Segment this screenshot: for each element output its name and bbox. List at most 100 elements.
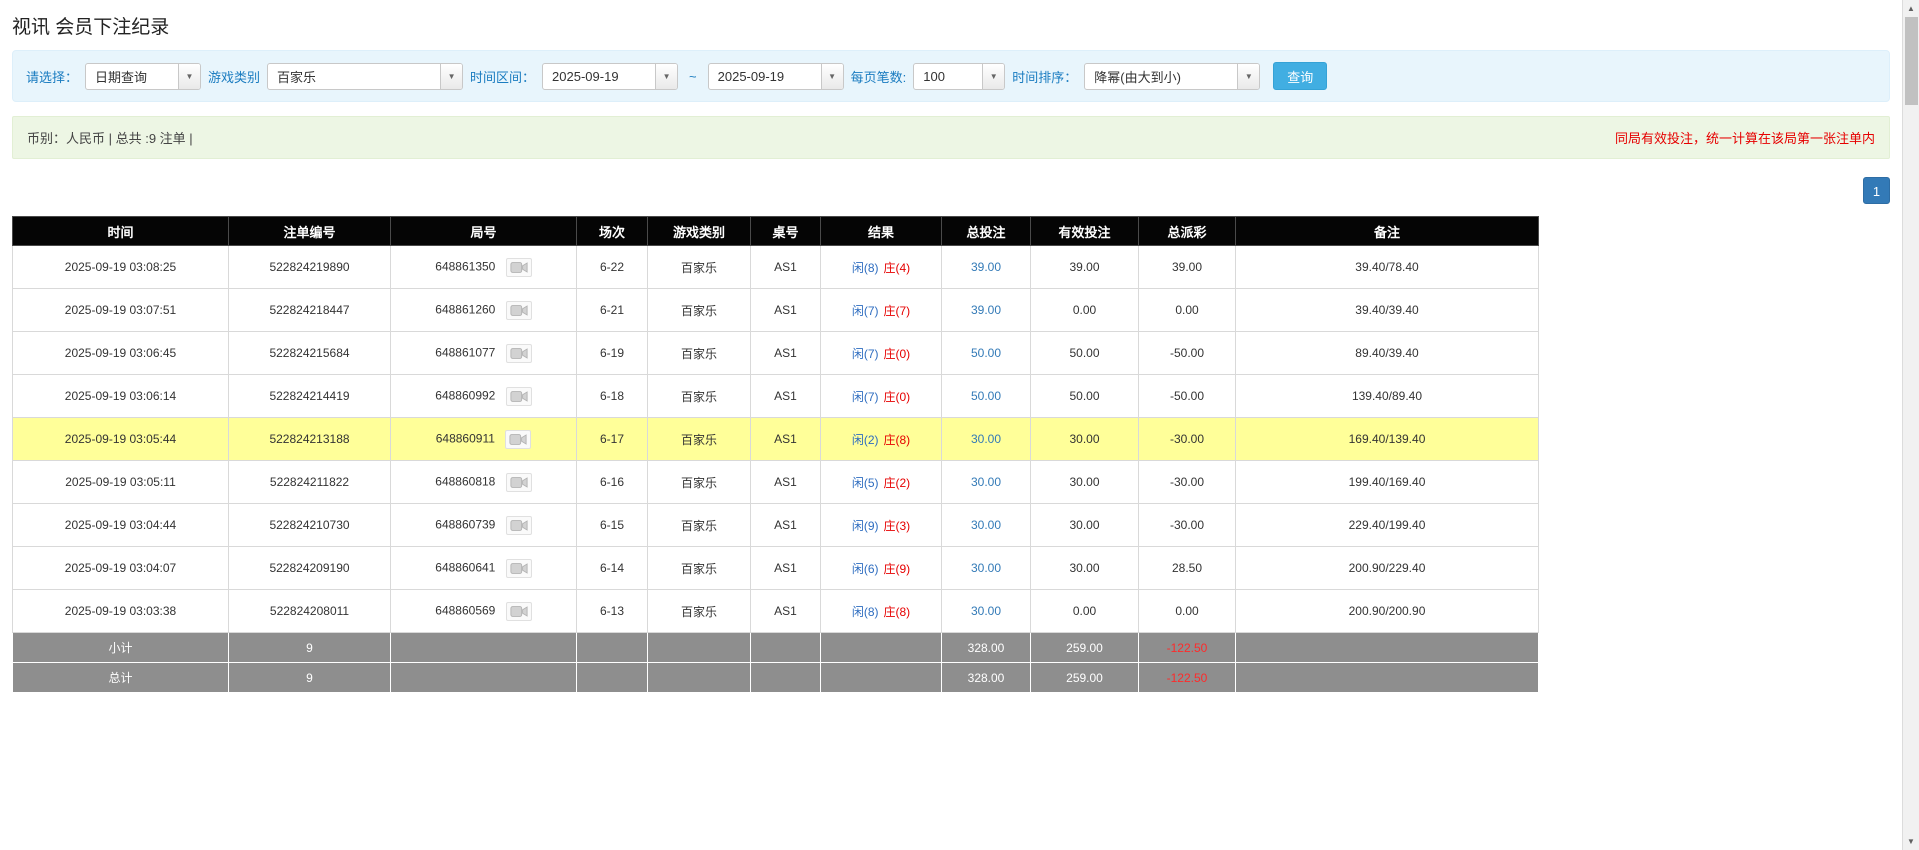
cell-session: 6-16 bbox=[576, 460, 648, 504]
scrollbar[interactable]: ▲ ▼ bbox=[1902, 0, 1919, 850]
cell-time: 2025-09-19 03:03:38 bbox=[12, 589, 229, 633]
scrollbar-down-arrow-icon[interactable]: ▼ bbox=[1903, 833, 1919, 850]
video-replay-icon[interactable] bbox=[505, 429, 532, 449]
total-bet-link[interactable]: 30.00 bbox=[971, 518, 1001, 532]
cell-game-type: 百家乐 bbox=[647, 417, 751, 461]
cell-round-id: 648861260 bbox=[390, 288, 577, 332]
cell-bet-id: 522824218447 bbox=[228, 288, 391, 332]
result-banker: 庄(2) bbox=[883, 475, 911, 490]
scrollbar-up-arrow-icon[interactable]: ▲ bbox=[1903, 0, 1919, 17]
total-bet-link[interactable]: 50.00 bbox=[971, 389, 1001, 403]
video-replay-icon[interactable] bbox=[505, 515, 532, 535]
sort-combobox: ▼ bbox=[1084, 62, 1261, 90]
cell-table-no: AS1 bbox=[750, 546, 821, 590]
cell-payout: -50.00 bbox=[1138, 374, 1236, 418]
table-row: 2025-09-19 03:08:25 522824219890 6488613… bbox=[12, 245, 1539, 289]
video-replay-icon[interactable] bbox=[505, 386, 532, 406]
cell-session: 6-19 bbox=[576, 331, 648, 375]
result-player: 闲(8) bbox=[851, 260, 879, 275]
query-type-dropdown-button[interactable]: ▼ bbox=[178, 63, 201, 89]
result-player: 闲(5) bbox=[851, 475, 879, 490]
sort-input[interactable] bbox=[1085, 63, 1238, 89]
cell-bet-id: 522824219890 bbox=[228, 245, 391, 289]
cell-payout: 39.00 bbox=[1138, 245, 1236, 289]
chevron-down-icon: ▼ bbox=[1244, 71, 1253, 81]
cell-session: 6-18 bbox=[576, 374, 648, 418]
cell-game-type: 百家乐 bbox=[647, 331, 751, 375]
date-from-dropdown-button[interactable]: ▼ bbox=[655, 63, 678, 89]
round-id-text: 648860911 bbox=[435, 431, 495, 446]
total-bet-link[interactable]: 30.00 bbox=[971, 561, 1001, 575]
video-replay-icon[interactable] bbox=[505, 300, 532, 320]
query-type-input[interactable] bbox=[86, 63, 179, 89]
result-banker: 庄(4) bbox=[883, 260, 911, 275]
total-total-bet: 328.00 bbox=[941, 662, 1031, 693]
header-total-bet: 总投注 bbox=[941, 216, 1031, 246]
page-size-input[interactable] bbox=[914, 63, 983, 89]
cell-result: 闲(2) 庄(8) bbox=[820, 417, 942, 461]
table-row: 2025-09-19 03:07:51 522824218447 6488612… bbox=[12, 288, 1539, 332]
cell-bet-id: 522824211822 bbox=[228, 460, 391, 504]
table-body: 2025-09-19 03:08:25 522824219890 6488613… bbox=[12, 245, 1539, 633]
cell-result: 闲(7) 庄(0) bbox=[820, 374, 942, 418]
round-id-text: 648861077 bbox=[435, 345, 496, 360]
cell-result: 闲(9) 庄(3) bbox=[820, 503, 942, 547]
cell-valid-bet: 30.00 bbox=[1030, 503, 1139, 547]
total-bet-link[interactable]: 30.00 bbox=[971, 604, 1001, 618]
cell-game-type: 百家乐 bbox=[647, 503, 751, 547]
header-session: 场次 bbox=[576, 216, 648, 246]
cell-note: 89.40/39.40 bbox=[1235, 331, 1539, 375]
cell-session: 6-15 bbox=[576, 503, 648, 547]
total-bet-link[interactable]: 30.00 bbox=[971, 475, 1001, 489]
chevron-down-icon: ▼ bbox=[828, 71, 837, 81]
cell-valid-bet: 50.00 bbox=[1030, 331, 1139, 375]
result-player: 闲(7) bbox=[851, 389, 879, 404]
total-bet-link[interactable]: 30.00 bbox=[971, 432, 1001, 446]
cell-round-id: 648861077 bbox=[390, 331, 577, 375]
cell-game-type: 百家乐 bbox=[647, 374, 751, 418]
total-bet-link[interactable]: 39.00 bbox=[971, 303, 1001, 317]
cell-note: 139.40/89.40 bbox=[1235, 374, 1539, 418]
subtotal-payout: -122.50 bbox=[1138, 632, 1236, 663]
video-replay-icon[interactable] bbox=[505, 472, 532, 492]
cell-table-no: AS1 bbox=[750, 288, 821, 332]
scrollbar-thumb[interactable] bbox=[1905, 17, 1918, 105]
cell-game-type: 百家乐 bbox=[647, 288, 751, 332]
cell-total-bet: 30.00 bbox=[941, 417, 1031, 461]
total-bet-link[interactable]: 39.00 bbox=[971, 260, 1001, 274]
game-type-dropdown-button[interactable]: ▼ bbox=[440, 63, 463, 89]
result-player: 闲(6) bbox=[851, 561, 879, 576]
sort-dropdown-button[interactable]: ▼ bbox=[1237, 63, 1260, 89]
search-button[interactable]: 查询 bbox=[1273, 62, 1328, 90]
total-row: 总计 9 328.00 259.00 -122.50 bbox=[12, 662, 1539, 693]
cell-result: 闲(5) 庄(2) bbox=[820, 460, 942, 504]
date-from-input[interactable] bbox=[543, 63, 656, 89]
cell-bet-id: 522824208011 bbox=[228, 589, 391, 633]
video-replay-icon[interactable] bbox=[505, 558, 532, 578]
select-label: 请选择： bbox=[26, 69, 79, 85]
page-button-1[interactable]: 1 bbox=[1863, 177, 1890, 204]
cell-note: 199.40/169.40 bbox=[1235, 460, 1539, 504]
cell-note: 39.40/78.40 bbox=[1235, 245, 1539, 289]
page-size-dropdown-button[interactable]: ▼ bbox=[982, 63, 1005, 89]
cell-round-id: 648860911 bbox=[390, 417, 577, 461]
cell-session: 6-13 bbox=[576, 589, 648, 633]
cell-round-id: 648860818 bbox=[390, 460, 577, 504]
video-replay-icon[interactable] bbox=[505, 343, 532, 363]
date-to-input[interactable] bbox=[708, 63, 821, 89]
header-table-no: 桌号 bbox=[750, 216, 821, 246]
video-replay-icon[interactable] bbox=[505, 257, 532, 277]
cell-round-id: 648860569 bbox=[390, 589, 577, 633]
cell-round-id: 648860641 bbox=[390, 546, 577, 590]
notice-text: 同局有效投注，统一计算在该局第一张注单内 bbox=[1614, 131, 1875, 146]
filter-panel: 请选择： ▼ 游戏类别 ▼ 时间区间： ▼ ~ ▼ 每页笔数: ▼ 时间排序： … bbox=[12, 50, 1890, 102]
video-replay-icon[interactable] bbox=[505, 601, 532, 621]
subtotal-total-bet: 328.00 bbox=[941, 632, 1031, 663]
total-bet-link[interactable]: 50.00 bbox=[971, 346, 1001, 360]
cell-total-bet: 30.00 bbox=[941, 589, 1031, 633]
cell-game-type: 百家乐 bbox=[647, 546, 751, 590]
game-type-input[interactable] bbox=[268, 63, 441, 89]
date-to-dropdown-button[interactable]: ▼ bbox=[820, 63, 843, 89]
cell-valid-bet: 50.00 bbox=[1030, 374, 1139, 418]
cell-time: 2025-09-19 03:07:51 bbox=[12, 288, 229, 332]
